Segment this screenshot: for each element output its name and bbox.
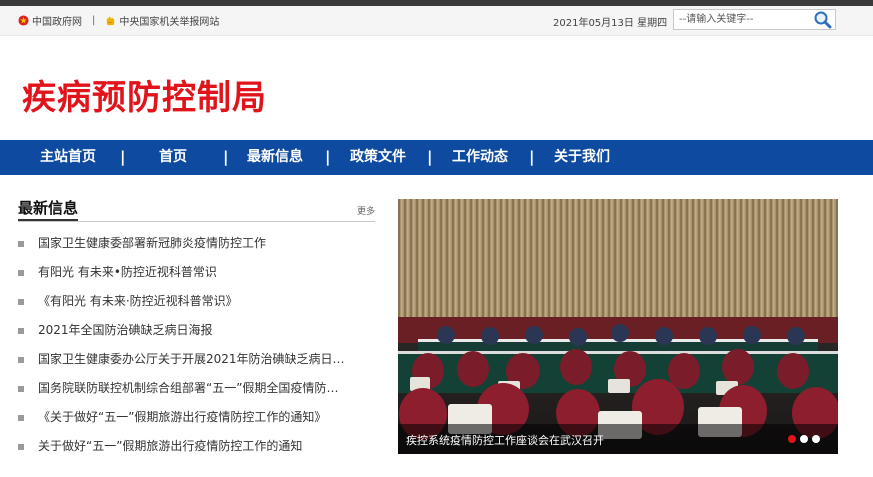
- slide-photo: [398, 199, 838, 454]
- news-slideshow[interactable]: 疾控系统疫情防控工作座谈会在武汉召开: [398, 199, 838, 454]
- news-item-text: 《关于做好“五一”假期旅游出行疫情防控工作的通知》: [38, 410, 327, 424]
- bullet-square-icon: [18, 357, 24, 363]
- national-emblem-icon: [18, 15, 29, 26]
- site-title: 疾病预防控制局: [22, 78, 267, 118]
- nav-separator: |: [529, 148, 535, 166]
- news-item-text: 《有阳光 有未来·防控近视科普常识》: [38, 294, 238, 308]
- bullet-square-icon: [18, 386, 24, 392]
- bullet-square-icon: [18, 444, 24, 450]
- nav-item-policy-documents[interactable]: 政策文件: [350, 140, 406, 175]
- bullet-square-icon: [18, 328, 24, 334]
- news-item[interactable]: 国家卫生健康委办公厅关于开展2021年防治碘缺乏病日宣传活动的通知: [18, 345, 375, 374]
- report-hand-icon: [107, 16, 115, 26]
- news-item[interactable]: 《关于做好“五一”假期旅游出行疫情防控工作的通知》: [18, 403, 375, 432]
- more-link[interactable]: 更多: [357, 204, 375, 217]
- search-input[interactable]: [674, 10, 812, 29]
- bullet-square-icon: [18, 241, 24, 247]
- search-button[interactable]: [812, 10, 834, 29]
- current-date: 2021年05月13日 星期四: [553, 18, 668, 29]
- news-item-text: 有阳光 有未来•防控近视科普常识: [38, 265, 217, 279]
- slide-dot-3[interactable]: [812, 435, 820, 443]
- utility-bar: 中国政府网 | 中央国家机关举报网站 2021年05月13日 星期四: [0, 6, 873, 36]
- slide-dot-2[interactable]: [800, 435, 808, 443]
- nav-item-latest-info[interactable]: 最新信息: [247, 140, 303, 175]
- slide-caption: 疾控系统疫情防控工作座谈会在武汉召开: [406, 434, 604, 447]
- nav-item-main-home[interactable]: 主站首页: [40, 140, 96, 175]
- news-item-text: 国家卫生健康委办公厅关于开展2021年防治碘缺乏病日宣传活动的通知: [38, 352, 348, 366]
- news-item[interactable]: 国家卫生健康委部署新冠肺炎疫情防控工作: [18, 229, 375, 258]
- nav-separator: |: [427, 148, 433, 166]
- report-website-link[interactable]: 中央国家机关举报网站: [105, 13, 219, 28]
- nav-item-about-us[interactable]: 关于我们: [554, 140, 610, 175]
- gov-website-link[interactable]: 中国政府网: [18, 13, 82, 28]
- news-item-text: 国务院联防联控机制综合组部署“五一”假期全国疫情防控工作: [38, 381, 348, 395]
- nav-separator: |: [120, 148, 126, 166]
- site-header: 疾病预防控制局: [0, 36, 873, 140]
- slide-caption-bar: 疾控系统疫情防控工作座谈会在武汉召开: [398, 424, 838, 454]
- utility-separator: |: [92, 15, 96, 26]
- news-item-text: 国家卫生健康委部署新冠肺炎疫情防控工作: [38, 236, 267, 250]
- gov-website-label: 中国政府网: [32, 17, 82, 28]
- nav-item-home[interactable]: 首页: [159, 140, 187, 175]
- nav-item-work-updates[interactable]: 工作动态: [452, 140, 508, 175]
- news-item[interactable]: 《有阳光 有未来·防控近视科普常识》: [18, 287, 375, 316]
- news-section-title: 最新信息: [18, 199, 79, 221]
- news-item[interactable]: 有阳光 有未来•防控近视科普常识: [18, 258, 375, 287]
- main-nav: 主站首页 | 首页 | 最新信息 | 政策文件 | 工作动态 | 关于我们: [0, 140, 873, 175]
- report-website-label: 中央国家机关举报网站: [119, 17, 220, 28]
- utility-links: 中国政府网 | 中央国家机关举报网站: [18, 6, 219, 35]
- latest-news-section: 最新信息 更多 国家卫生健康委部署新冠肺炎疫情防控工作 有阳光 有未来•防控近视…: [18, 199, 375, 453]
- nav-separator: |: [325, 148, 331, 166]
- bullet-square-icon: [18, 299, 24, 305]
- search-icon: [814, 11, 832, 29]
- news-item[interactable]: 关于做好“五一”假期旅游出行疫情防控工作的通知: [18, 432, 375, 461]
- bullet-square-icon: [18, 415, 24, 421]
- search-box: [673, 9, 836, 30]
- nav-separator: |: [223, 148, 229, 166]
- news-item-text: 关于做好“五一”假期旅游出行疫情防控工作的通知: [38, 439, 303, 453]
- slide-indicators: [788, 435, 820, 443]
- news-list: 国家卫生健康委部署新冠肺炎疫情防控工作 有阳光 有未来•防控近视科普常识 《有阳…: [18, 229, 375, 461]
- bullet-square-icon: [18, 270, 24, 276]
- news-item-text: 2021年全国防治碘缺乏病日海报: [38, 323, 213, 337]
- news-header: 最新信息 更多: [18, 199, 375, 222]
- news-item[interactable]: 2021年全国防治碘缺乏病日海报: [18, 316, 375, 345]
- news-item[interactable]: 国务院联防联控机制综合组部署“五一”假期全国疫情防控工作: [18, 374, 375, 403]
- slide-dot-1[interactable]: [788, 435, 796, 443]
